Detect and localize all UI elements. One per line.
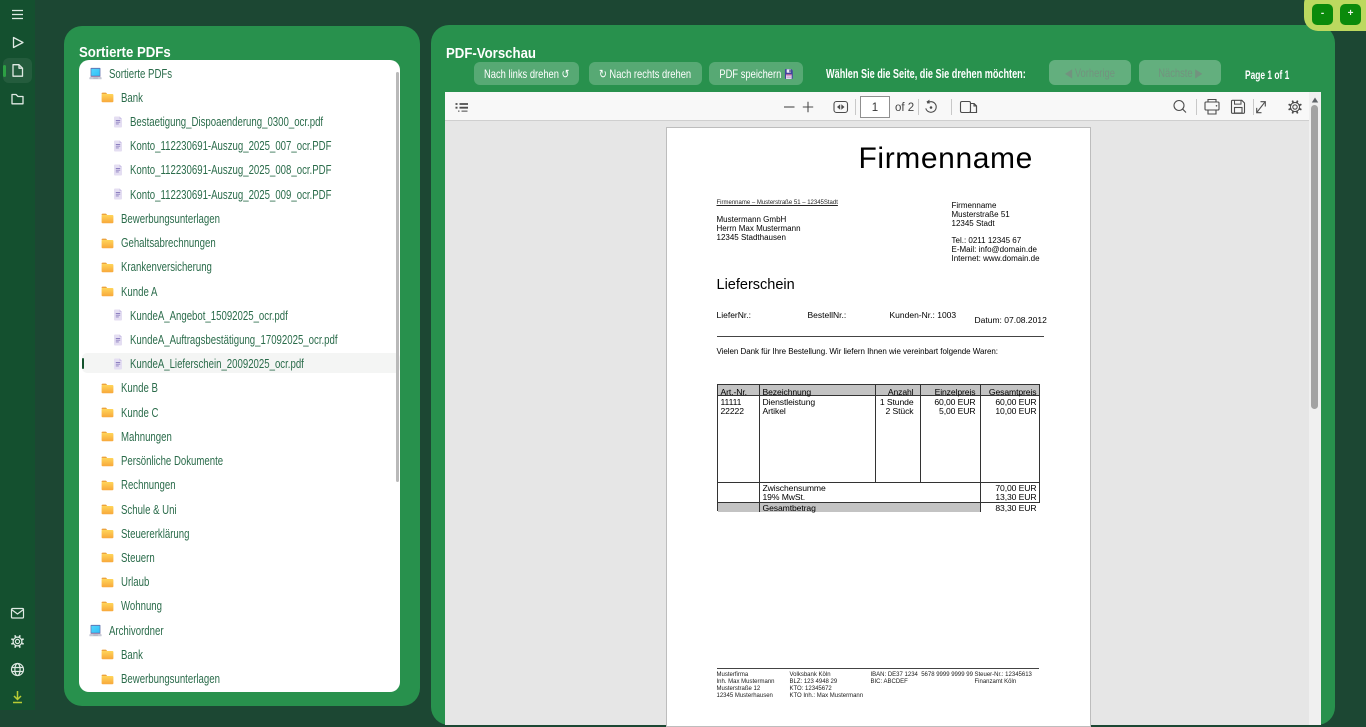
svg-text:of 2: of 2 (895, 102, 914, 114)
svg-text:1: 1 (871, 102, 877, 114)
